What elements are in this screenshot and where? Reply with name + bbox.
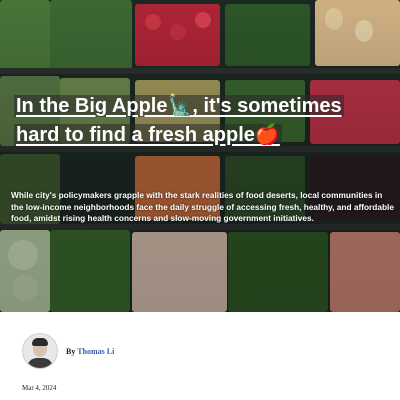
avatar-hair [32, 338, 48, 346]
title-text: In the Big Apple [16, 95, 168, 117]
publish-date: Mar 4, 2024 [22, 384, 57, 392]
article-lede: While city's policymakers grapple with t… [11, 190, 394, 223]
byline: By Thomas Li [22, 333, 114, 369]
avatar-body [27, 358, 53, 368]
author-line: By Thomas Li [66, 347, 114, 356]
hero-image: In the Big Apple🗽, it's sometimes hard t… [0, 0, 400, 312]
by-label: By [66, 346, 76, 356]
article-title[interactable]: In the Big Apple🗽, it's sometimes hard t… [14, 92, 354, 150]
hero-overlay [0, 0, 400, 312]
apple-icon: 🍎 [254, 124, 280, 146]
statue-of-liberty-icon: 🗽 [167, 95, 193, 117]
author-avatar[interactable] [22, 333, 58, 369]
author-name-link[interactable]: Thomas Li [77, 347, 114, 356]
